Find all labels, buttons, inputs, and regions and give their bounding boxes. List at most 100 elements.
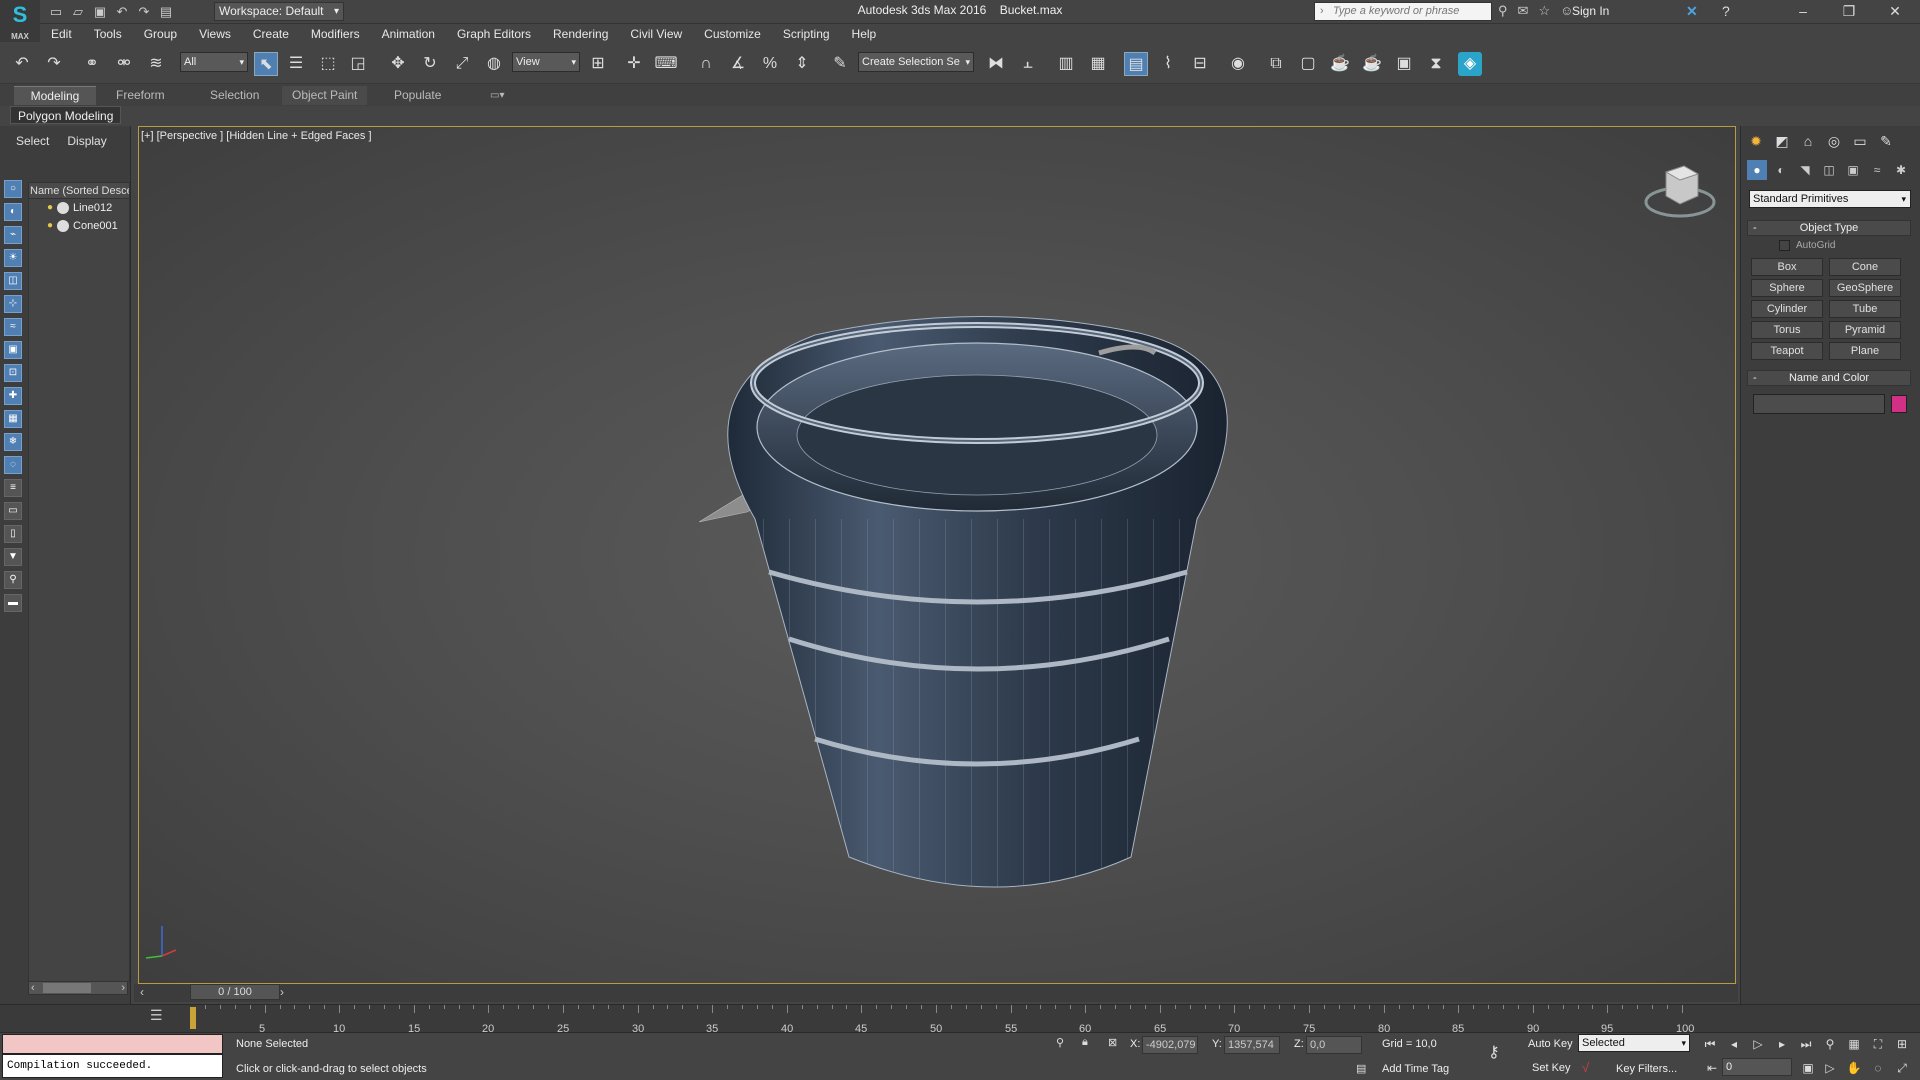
toggle-ribbon-icon[interactable]: ▦ [1086,52,1110,76]
reference-coordinate-dropdown[interactable]: View [512,52,580,72]
exchange-icon[interactable]: ✕ [1686,3,1698,20]
tube-button[interactable]: Tube [1829,300,1901,318]
key-filters-button[interactable]: Key Filters... [1616,1063,1677,1075]
orbit-icon[interactable]: ◌ [1870,1060,1886,1076]
communication-icon[interactable]: ✉ [1518,3,1529,19]
list-item[interactable]: ● Cone001 [29,217,129,235]
tab-select[interactable]: Select [16,134,49,148]
name-column-header[interactable]: Name (Sorted Descending) [29,183,129,199]
layer-explorer-icon[interactable]: ▥ [1054,52,1078,76]
object-color-swatch[interactable] [1891,395,1907,413]
plane-button[interactable]: Plane [1829,342,1901,360]
placement-icon[interactable]: ◍ [482,52,506,76]
link-icon[interactable]: ⚭ [80,52,104,76]
play-icon[interactable]: ▷ [1750,1036,1766,1052]
set-key-icon[interactable]: ⚷ [1488,1042,1500,1062]
menu-group[interactable]: Group [133,24,188,44]
snaps-toggle-icon[interactable]: ∩ [694,52,718,76]
restore-icon[interactable]: ❐ [1826,0,1872,24]
maximize-viewport-icon[interactable]: ⤢ [1894,1060,1910,1076]
torus-button[interactable]: Torus [1751,321,1823,339]
curve-editor-icon[interactable]: ⌇ [1156,52,1180,76]
unlink-icon[interactable]: ⚮ [112,52,136,76]
tab-display[interactable]: Display [67,134,106,148]
tab-selection[interactable]: Selection [200,86,269,105]
hierarchy-tab-icon[interactable]: ⌂ [1797,130,1819,152]
lock-selection-icon[interactable]: 🔒︎ [1082,1036,1088,1049]
display-hidden-icon[interactable]: ◌ [4,456,22,474]
scroll-left-icon[interactable]: ‹ [31,982,35,994]
modify-tab-icon[interactable]: ◩ [1771,130,1793,152]
spinner-snap-icon[interactable]: ⇕ [790,52,814,76]
bucket-model[interactable] [139,127,1735,983]
mirror-icon[interactable]: ⧓ [984,52,1008,76]
scroll-thumb[interactable] [43,983,91,993]
go-to-start-icon[interactable]: ⏮ [1702,1036,1718,1052]
zoom-extents-all-icon[interactable]: ⊞ [1894,1036,1910,1052]
render-setup-icon[interactable]: ⧉ [1264,52,1288,76]
tab-modeling[interactable]: Modeling [14,86,96,105]
maxscript-listener-input[interactable] [2,1034,223,1054]
object-name-field[interactable] [1753,394,1885,414]
object-type-rollout[interactable]: Object Type [1747,220,1911,236]
redo-icon[interactable]: ↷ [42,52,66,76]
menu-animation[interactable]: Animation [371,24,446,44]
menu-modifiers[interactable]: Modifiers [300,24,371,44]
utilities-tab-icon[interactable]: ✎ [1875,130,1897,152]
field-of-view-icon[interactable]: ▷ [1822,1060,1838,1076]
menu-scripting[interactable]: Scripting [772,24,841,44]
edit-named-selection-icon[interactable]: ✎ [828,52,852,76]
display-spacewarps-icon[interactable]: ≈ [4,318,22,336]
zoom-icon[interactable]: ⚲ [1822,1036,1838,1052]
current-frame-field[interactable]: 0 [1722,1058,1792,1076]
sign-in-button[interactable]: Sign In [1572,4,1609,18]
minimize-icon[interactable]: – [1780,0,1826,24]
perspective-viewport[interactable] [138,126,1736,984]
spacewarps-icon[interactable]: ≈ [1867,160,1887,180]
explorer-scrollbar[interactable]: ‹ › [28,981,128,995]
viewcube-icon[interactable] [1640,160,1720,224]
rectangular-selection-icon[interactable]: ⬚ [316,52,340,76]
time-cursor[interactable] [190,1007,196,1029]
selection-filter-dropdown[interactable]: All [180,52,248,72]
time-configuration-icon[interactable]: ▣ [1800,1060,1816,1076]
material-editor-icon[interactable]: ◉ [1226,52,1250,76]
undo-icon[interactable]: ↶ [10,52,34,76]
polygon-modeling-panel[interactable]: Polygon Modeling [10,106,122,124]
cone-button[interactable]: Cone [1829,258,1901,276]
add-time-tag[interactable]: Add Time Tag [1382,1063,1449,1075]
percent-snap-icon[interactable]: % [758,52,782,76]
light-bulb-icon[interactable]: ● [47,217,53,235]
pyramid-button[interactable]: Pyramid [1829,321,1901,339]
window-crossing-icon[interactable]: ◲ [346,52,370,76]
star-icon[interactable]: ☆ [1538,3,1550,19]
menu-tools[interactable]: Tools [83,24,133,44]
cameras-icon[interactable]: ◫ [1819,160,1839,180]
box-button[interactable]: Box [1751,258,1823,276]
isolate-icon[interactable]: ⚲ [1056,1036,1064,1049]
pan-icon[interactable]: ✋ [1846,1060,1862,1076]
visibility-icon[interactable] [57,220,70,232]
shapes-icon[interactable]: ◐ [1771,160,1791,180]
key-mode-dropdown[interactable]: Selected [1578,1034,1690,1052]
display-all-icon[interactable]: ≡ [4,479,22,497]
checkbox-box[interactable] [1779,240,1790,251]
move-icon[interactable]: ✥ [386,52,410,76]
display-tab-icon[interactable]: ▭ [1849,130,1871,152]
align-icon[interactable]: ⫠ [1016,52,1040,76]
zoom-extents-icon[interactable]: ⛶ [1870,1036,1886,1052]
display-bones-icon[interactable]: ✚ [4,387,22,405]
menu-rendering[interactable]: Rendering [542,24,619,44]
display-frozen-icon[interactable]: ❄ [4,433,22,451]
autodesk-a360-icon[interactable]: ◈ [1458,52,1482,76]
select-by-name-icon[interactable]: ☰ [284,52,308,76]
scene-explorer-icon[interactable]: ▤ [1124,52,1148,76]
display-none-filter-icon[interactable]: ▭ [4,502,22,520]
visibility-icon[interactable] [57,202,70,214]
geosphere-button[interactable]: GeoSphere [1829,279,1901,297]
render-in-cloud-icon[interactable]: ▣ [1392,52,1416,76]
zoom-all-icon[interactable]: ▦ [1846,1036,1862,1052]
menu-customize[interactable]: Customize [693,24,772,44]
teapot-button[interactable]: Teapot [1751,342,1823,360]
ribbon-options-icon[interactable]: ▭▾ [480,86,514,105]
